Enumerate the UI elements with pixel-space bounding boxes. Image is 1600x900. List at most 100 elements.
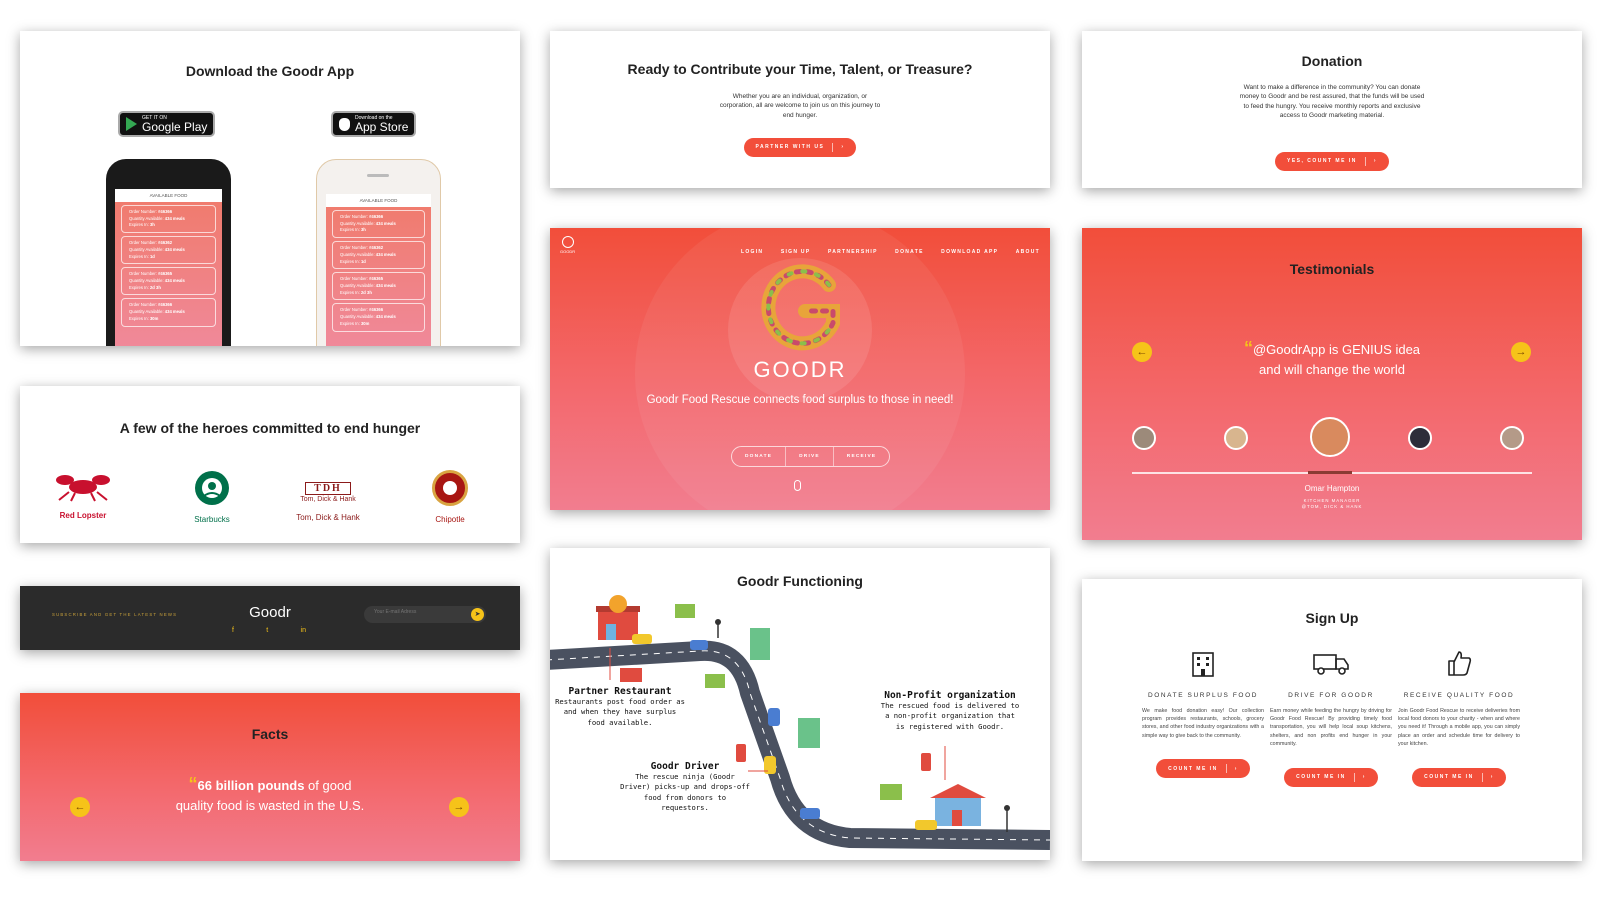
chipotle-seal [432,470,468,506]
facts-card: Facts ← → “66 billion pounds of good qua… [20,693,520,861]
avatar[interactable] [1132,426,1156,450]
email-field[interactable]: ➤ [364,606,486,623]
testimonial-track-active [1308,471,1352,474]
nav-partnership[interactable]: PARTNERSHIP [828,249,878,255]
testimonial-name: Omar Hampton [1304,484,1360,493]
phone-mockup-android: AVAILABLE FOOD Order Number: #46366 Quant… [106,159,231,346]
siren-icon [195,471,229,505]
count-me-in-button[interactable]: COUNT ME IN › [1412,767,1506,787]
tdh-mark: TDH [305,482,351,495]
play-icon [126,117,137,131]
testimonial-quote: “@GoodrApp is GENIUS idea and will chang… [1243,338,1421,378]
order-quantity: Quantity Available: 434 meals [340,220,396,226]
google-play-button[interactable]: GET IT ON Google Play [118,111,216,137]
count-me-in-button[interactable]: YES, COUNT ME IN › [1274,151,1389,171]
order-card[interactable]: Order Number: #46365 Quantity Available: … [332,272,425,301]
testimonial-company: @TOM, DICK & HANK [1301,504,1363,509]
order-card[interactable]: Order Number: #46366 Quantity Available: … [121,298,216,327]
send-icon[interactable]: ➤ [471,608,484,621]
heroes-title: A few of the heroes committed to end hun… [119,420,421,436]
avatar[interactable] [1224,426,1248,450]
quote-icon: “ [188,774,198,794]
order-expires: Expires In: 2d 3h [129,284,161,290]
donation-card: Donation Want to make a difference in th… [1082,31,1582,188]
order-quantity: Quantity Available: 434 meals [129,278,185,284]
order-card[interactable]: Order Number: #46362 Quantity Available: … [332,241,425,270]
nonprofit-caption: Non-Profit organization The rescued food… [880,690,1020,731]
red-lobster-logo: Red Lopster [38,470,128,520]
prev-arrow[interactable]: ← [70,797,90,817]
order-number: Order Number: #46365 [129,271,173,277]
thumbs-up-icon [1448,651,1472,676]
chevron-right-icon: › [1362,774,1366,781]
hero-brand: GOODR [753,357,847,382]
order-number: Order Number: #46366 [129,302,173,308]
screen-header: AVAILABLE FOOD [326,194,431,207]
chevron-right-icon: › [1490,774,1494,781]
donate-segment[interactable]: DONATE [732,447,785,466]
building-icon [1192,652,1214,677]
email-input[interactable] [374,609,454,615]
scroll-mouse-icon[interactable] [794,480,801,491]
order-quantity: Quantity Available: 434 meals [340,251,396,257]
order-card[interactable]: Order Number: #46362 Quantity Available: … [121,236,216,265]
order-expires: Expires In: 2d 3h [340,289,372,295]
order-card[interactable]: Order Number: #46366 Quantity Available: … [121,205,216,234]
avatar[interactable] [1500,426,1524,450]
app-store-button[interactable]:  Download on theApp Store [331,111,417,137]
nav-login[interactable]: LOGIN [741,249,763,255]
hero-section-card: GOODR LOGIN SIGN UP PARTNERSHIP DONATE D… [550,228,1050,510]
order-quantity: Quantity Available: 434 meals [129,309,185,315]
testimonials-card: Testimonials ← → “@GoodrApp is GENIUS id… [1082,228,1582,540]
next-arrow[interactable]: → [1511,342,1531,362]
prev-arrow[interactable]: ← [1132,342,1152,362]
order-card[interactable]: Order Number: #46366 Quantity Available: … [332,303,425,332]
donation-text: Want to make a difference in the communi… [1239,84,1425,120]
nonprofit-building [930,784,986,826]
apple-icon-fallback [339,117,350,131]
nav-donate[interactable]: DONATE [895,249,924,255]
order-number: Order Number: #46362 [129,240,173,246]
chevron-right-icon: › [1234,765,1238,772]
small-logo: GOODR [560,236,575,254]
avatar[interactable] [1408,426,1432,450]
order-card[interactable]: Order Number: #46366 Quantity Available: … [332,210,425,239]
chevron-right-icon: › [1373,158,1377,164]
order-card[interactable]: Order Number: #46365 Quantity Available: … [121,267,216,296]
count-me-in-button[interactable]: COUNT ME IN › [1284,767,1378,787]
contribute-title: Ready to Contribute your Time, Talent, o… [627,61,973,77]
nav-download-app[interactable]: DOWNLOAD APP [941,249,998,255]
download-title: Download the Goodr App [185,63,355,79]
facebook-icon[interactable]: f [232,627,234,634]
signup-title: Sign Up [1305,610,1359,626]
facts-title: Facts [251,726,289,742]
next-arrow[interactable]: → [449,797,469,817]
lobster-icon [56,475,110,502]
restaurant-building [596,595,640,640]
order-expires: Expires In: 3h [340,227,366,233]
drive-column: DRIVE FOR GOODR Earn money while feeding… [1270,649,1392,787]
receive-column: RECEIVE QUALITY FOOD Join Goodr Food Res… [1398,649,1520,787]
count-me-in-button[interactable]: COUNT ME IN › [1156,759,1250,779]
order-quantity: Quantity Available: 434 meals [340,314,396,320]
quote-icon: “ [1243,338,1253,358]
linkedin-icon[interactable]: in [301,627,306,634]
partner-restaurant-caption: Partner Restaurant Restaurants post food… [555,686,685,727]
nav-about[interactable]: ABOUT [1016,249,1040,255]
receive-segment[interactable]: RECEIVE [832,447,889,466]
contribute-card: Ready to Contribute your Time, Talent, o… [550,31,1050,188]
order-number: Order Number: #46366 [340,214,384,219]
avatar-active[interactable] [1310,417,1350,457]
donation-title: Donation [1301,53,1363,69]
order-number: Order Number: #46362 [340,245,384,251]
main-nav: LOGIN SIGN UP PARTNERSHIP DONATE DOWNLOA… [728,240,1040,258]
order-expires: Expires In: 30m [129,315,159,321]
chevron-right-icon: › [841,144,845,150]
donate-column: DONATE SURPLUS FOOD We make food donatio… [1142,649,1264,779]
drive-segment[interactable]: DRIVE [785,447,833,466]
download-app-card: Download the Goodr App GET IT ON Google P… [20,31,520,346]
order-expires: Expires In: 30m [340,320,370,326]
partner-with-us-button[interactable]: PARTNER WITH US › [743,137,857,157]
nav-signup[interactable]: SIGN UP [781,249,811,255]
twitter-icon[interactable]: t [266,627,268,634]
